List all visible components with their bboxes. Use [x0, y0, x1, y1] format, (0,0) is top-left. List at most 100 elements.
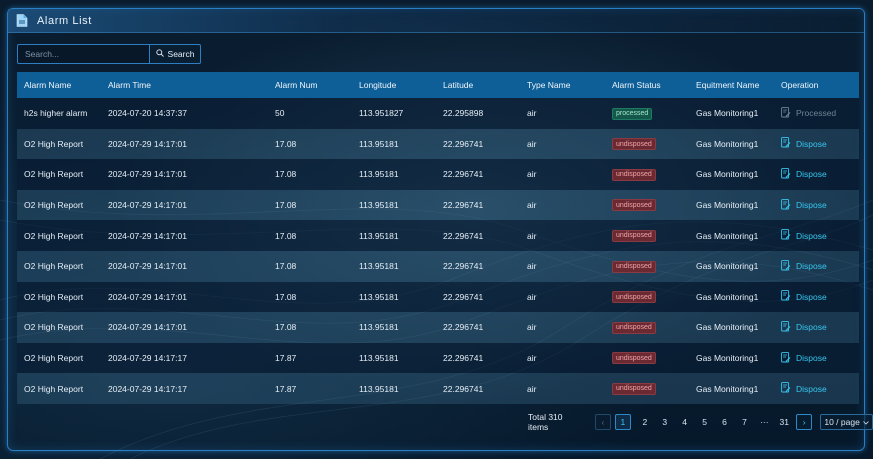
table-row: h2s higher alarm 2024-07-20 14:37:37 50 113… [17, 98, 859, 129]
operation-label: Dispose [796, 261, 827, 272]
cell-alarm-num: 17.08 [275, 169, 297, 180]
search-button[interactable]: Search [150, 44, 201, 64]
alarm-table: Alarm Name Alarm Time Alarm Num Longitud… [17, 72, 859, 404]
cell-alarm-status: undisposed [605, 352, 689, 365]
pagination: Total 310 items ‹ 1 2 3 4 5 6 7 ··· 31 ›… [528, 412, 873, 432]
operation-label: Dispose [796, 169, 827, 180]
dispose-button[interactable]: Dispose [781, 229, 827, 242]
page-5-button[interactable]: 5 [695, 414, 715, 430]
column-header-alarm-num: Alarm Num [275, 80, 318, 90]
cell-alarm-status: processed [605, 107, 689, 120]
cell-type-name: air [527, 291, 537, 302]
operation-label: Dispose [796, 353, 827, 364]
column-header-alarm-time: Alarm Time [108, 80, 151, 90]
page-size-select[interactable]: 10 / page [820, 414, 873, 430]
cell-alarm-status: undisposed [605, 260, 689, 273]
cell-longitude: 113.95181 [359, 322, 399, 333]
column-header-latitude: Latitude [443, 80, 474, 90]
status-badge: undisposed [612, 199, 656, 212]
page-ellipsis[interactable]: ··· [754, 414, 774, 430]
cell-alarm-status: undisposed [605, 138, 689, 151]
dispose-button[interactable]: Dispose [781, 259, 827, 273]
cell-latitude: 22.296741 [443, 261, 484, 272]
cell-operation: Dispose [774, 198, 859, 212]
cell-alarm-status: undisposed [605, 199, 689, 212]
table-row: O2 High Report 2024-07-29 14:17:01 17.08 11… [17, 189, 859, 221]
cell-type-name: air [527, 108, 537, 119]
edit-document-icon [781, 198, 791, 212]
cell-longitude: 113.951827 [359, 108, 404, 119]
cell-alarm-time: 2024-07-29 14:17:17 [108, 383, 187, 394]
page-2-button[interactable]: 2 [635, 414, 655, 430]
cell-type-name: air [527, 353, 537, 364]
next-page-button[interactable]: › [796, 414, 813, 430]
cell-alarm-num: 17.08 [275, 200, 297, 211]
cell-alarm-status: undisposed [605, 168, 689, 181]
status-badge: undisposed [612, 168, 656, 181]
page-4-button[interactable]: 4 [675, 414, 695, 430]
cell-equipment-name: Gas Monitoring1 [696, 322, 759, 333]
column-header-alarm-name: Alarm Name [24, 80, 72, 90]
cell-latitude: 22.296741 [443, 169, 484, 180]
prev-page-button[interactable]: ‹ [594, 414, 611, 430]
page-title: Alarm List [37, 14, 92, 27]
page-size-label: 10 / page [824, 417, 860, 427]
cell-equipment-name: Gas Monitoring1 [696, 169, 759, 180]
cell-alarm-time: 2024-07-29 14:17:01 [108, 169, 187, 180]
cell-longitude: 113.95181 [359, 169, 399, 180]
cell-latitude: 22.295898 [443, 108, 484, 119]
cell-latitude: 22.296741 [443, 291, 484, 302]
cell-alarm-time: 2024-07-29 14:17:17 [108, 353, 187, 364]
cell-alarm-time: 2024-07-29 14:17:01 [108, 291, 187, 302]
search-input[interactable] [17, 44, 150, 64]
operation-label: Dispose [796, 322, 827, 333]
cell-latitude: 22.296741 [443, 353, 484, 364]
cell-alarm-num: 17.08 [275, 230, 297, 241]
table-row: O2 High Report 2024-07-29 14:17:01 17.08 11… [17, 128, 859, 160]
cell-alarm-num: 17.08 [275, 261, 297, 272]
cell-latitude: 22.296741 [443, 200, 484, 211]
operation-label: Dispose [796, 138, 827, 149]
cell-equipment-name: Gas Monitoring1 [696, 108, 759, 119]
cell-equipment-name: Gas Monitoring1 [696, 230, 759, 241]
cell-equipment-name: Gas Monitoring1 [696, 138, 759, 149]
dispose-button[interactable]: Dispose [781, 198, 827, 212]
edit-document-icon [781, 321, 791, 334]
status-badge: undisposed [612, 260, 656, 273]
cell-alarm-time: 2024-07-29 14:17:01 [108, 261, 187, 272]
cell-alarm-name: O2 High Report [24, 322, 84, 333]
operation-label: Processed [796, 108, 837, 119]
cell-longitude: 113.95181 [359, 200, 399, 211]
column-header-longitude: Longitude [359, 80, 397, 90]
table-row: O2 High Report 2024-07-29 14:17:01 17.08 11… [17, 281, 859, 313]
page-31-button[interactable]: 31 [774, 414, 794, 430]
dispose-button[interactable]: Dispose [781, 168, 827, 181]
search-button-label: Search [167, 49, 195, 59]
page-3-button[interactable]: 3 [655, 414, 675, 430]
cell-alarm-name: O2 High Report [24, 261, 84, 272]
cell-equipment-name: Gas Monitoring1 [696, 200, 759, 211]
processed-label: Processed [781, 106, 837, 120]
page-6-button[interactable]: 6 [715, 414, 735, 430]
table-row: O2 High Report 2024-07-29 14:17:01 17.08 11… [17, 159, 859, 190]
cell-equipment-name: Gas Monitoring1 [696, 383, 759, 394]
page-7-button[interactable]: 7 [734, 414, 754, 430]
status-badge: processed [612, 107, 653, 120]
cell-type-name: air [527, 261, 537, 272]
dispose-button[interactable]: Dispose [781, 382, 827, 395]
cell-latitude: 22.296741 [443, 383, 484, 394]
operation-label: Dispose [796, 200, 827, 211]
cell-type-name: air [527, 322, 537, 333]
cell-alarm-num: 17.87 [275, 353, 297, 364]
page-1-button[interactable]: 1 [614, 414, 631, 430]
dispose-button[interactable]: Dispose [781, 351, 827, 365]
dispose-button[interactable]: Dispose [781, 290, 827, 303]
table-row: O2 High Report 2024-07-29 14:17:17 17.87 11… [17, 373, 859, 404]
cell-type-name: air [527, 169, 537, 180]
cell-operation: Dispose [774, 290, 859, 303]
dispose-button[interactable]: Dispose [781, 321, 827, 334]
dispose-button[interactable]: Dispose [781, 137, 827, 150]
cell-alarm-name: O2 High Report [24, 291, 84, 302]
cell-equipment-name: Gas Monitoring1 [696, 353, 759, 364]
status-badge: undisposed [612, 352, 656, 365]
